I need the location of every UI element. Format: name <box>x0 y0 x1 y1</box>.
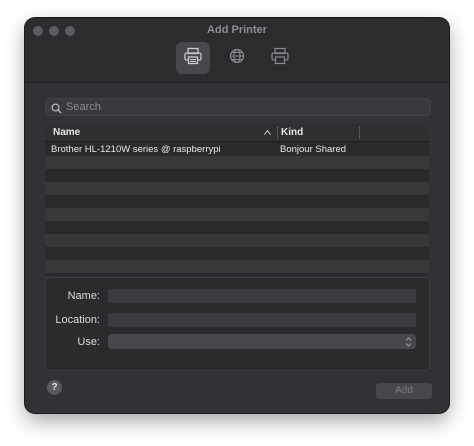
empty-table-row <box>45 260 429 273</box>
column-header-name-label: Name <box>53 127 81 138</box>
empty-table-row <box>45 234 429 247</box>
ip-printer-tab[interactable] <box>220 42 254 74</box>
titlebar: Add Printer <box>25 18 449 83</box>
printer-name-cell: Brother HL-1210W series @ raspberrypi <box>51 144 221 155</box>
name-label: Name: <box>67 290 100 302</box>
name-value <box>108 294 112 305</box>
empty-table-row <box>45 156 429 169</box>
printer-details-form: Name: Location: Use: <box>45 277 430 371</box>
location-value <box>108 318 112 329</box>
column-header-empty <box>360 124 429 142</box>
add-button[interactable]: Add <box>376 383 432 399</box>
column-header-name[interactable]: Name <box>45 124 277 142</box>
empty-table-row <box>45 221 429 234</box>
empty-table-row <box>45 195 429 208</box>
windows-printer-icon <box>270 47 290 70</box>
globe-icon <box>228 47 246 70</box>
default-printer-tab[interactable] <box>176 42 210 74</box>
name-field[interactable] <box>108 289 416 303</box>
column-header-kind-label: Kind <box>281 127 304 138</box>
empty-table-row <box>45 208 429 221</box>
search-field[interactable] <box>45 98 431 116</box>
updown-chevron-icon <box>405 335 412 353</box>
use-value <box>108 339 112 350</box>
help-button[interactable]: ? <box>47 380 62 395</box>
printer-icon <box>183 47 203 70</box>
search-input[interactable] <box>66 99 416 115</box>
table-row[interactable]: Brother HL-1210W series @ raspberrypi Bo… <box>45 143 429 156</box>
location-field[interactable] <box>108 313 416 327</box>
location-label: Location: <box>55 314 100 326</box>
empty-table-row <box>45 247 429 260</box>
use-label: Use: <box>77 336 100 348</box>
empty-table-row <box>45 182 429 195</box>
add-printer-window: Add Printer Search Name Kind Brother HL-… <box>25 18 449 413</box>
window-title: Add Printer <box>207 24 267 36</box>
use-popup-button[interactable] <box>108 334 416 349</box>
search-icon <box>51 101 62 119</box>
windows-printer-tab[interactable] <box>263 42 297 74</box>
printer-kind-cell: Bonjour Shared <box>280 144 347 155</box>
printer-table: Name Kind Brother HL-1210W series @ rasp… <box>45 124 429 276</box>
empty-table-row <box>45 169 429 182</box>
column-header-kind[interactable]: Kind <box>278 124 359 142</box>
